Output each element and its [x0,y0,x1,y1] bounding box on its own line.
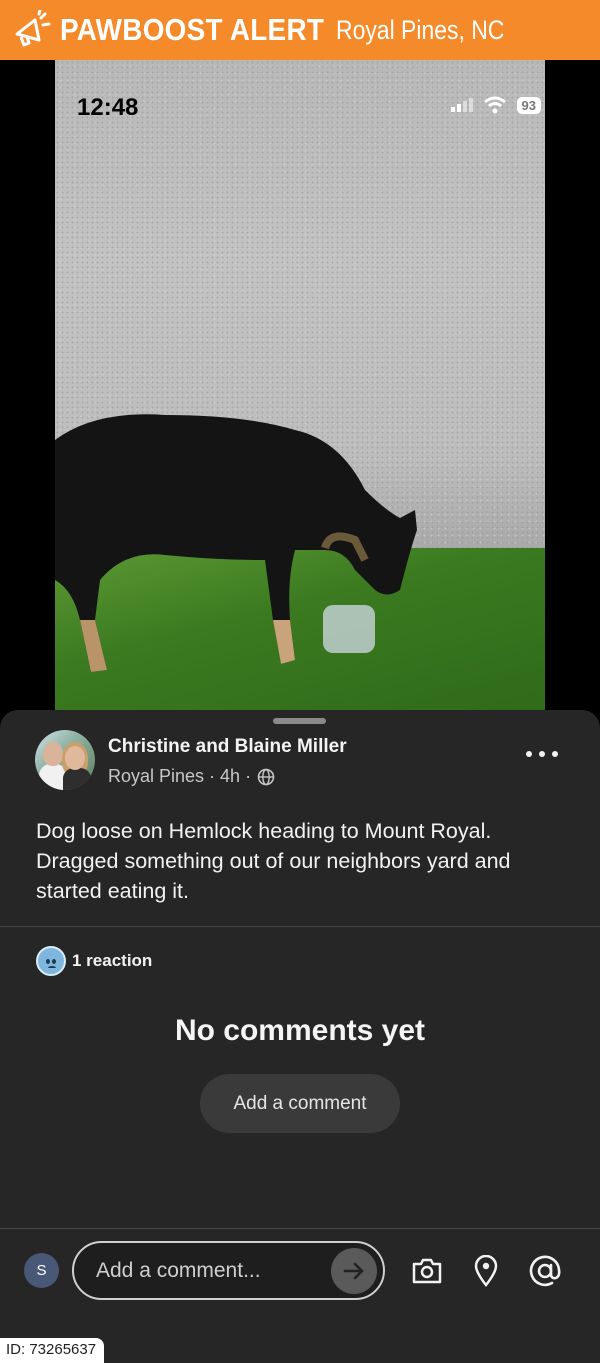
user-avatar: S [24,1253,59,1288]
author-avatar[interactable] [35,730,95,790]
composer-divider [0,1228,600,1229]
no-comments-title: No comments yet [174,1014,426,1047]
at-sign-icon [529,1255,561,1287]
alert-location: Royal Pines, NC [335,14,504,45]
globe-icon [257,768,275,785]
post-body: Dog loose on Hemlock heading to Mount Ro… [36,819,511,903]
more-options-icon[interactable] [526,742,558,766]
post-sheet: Christine and Blaine Miller Royal Pines … [0,710,600,1363]
comment-composer[interactable] [72,1241,385,1300]
post-author[interactable]: Christine and Blaine Miller [108,736,347,758]
brand-title: PAWBOOST ALERT [60,12,325,47]
arrow-right-icon [343,1262,364,1280]
comment-input[interactable] [96,1255,326,1287]
post-id-tag: ID: 73265637 [0,1338,105,1363]
add-comment-button[interactable]: Add a comment [200,1074,400,1133]
alert-banner: PAWBOOST ALERT Royal Pines, NC [0,0,600,60]
post-meta-text: Royal Pines · 4h · [108,766,252,786]
dog-photo[interactable]: 12:48 93 [55,60,545,720]
camera-icon [412,1258,442,1284]
megaphone-icon [8,7,54,53]
sheet-handle[interactable] [273,718,326,724]
reaction-count: 1 reaction [72,951,153,970]
location-pin-icon [474,1255,498,1287]
camera-button[interactable] [409,1253,445,1289]
mention-button[interactable] [527,1253,563,1289]
reaction-summary[interactable]: 1 reaction [36,946,152,976]
sad-reaction-icon [36,946,66,976]
post-meta: Royal Pines · 4h · [108,766,275,787]
divider [0,926,600,927]
location-button[interactable] [468,1253,504,1289]
send-button[interactable] [331,1248,377,1294]
dog-silhouette [55,414,417,672]
